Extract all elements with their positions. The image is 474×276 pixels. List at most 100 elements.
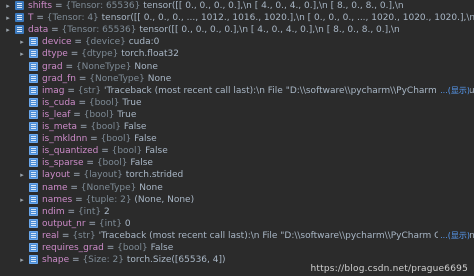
attribute-icon <box>29 182 38 192</box>
expand-arrow-icon[interactable]: ▸ <box>18 169 26 181</box>
variable-row-grad-fn[interactable]: grad_fn = {NoneType} None <box>0 73 474 85</box>
variable-row-t[interactable]: ▸ T = {Tensor: 4} tensor([[ 0., 0., 0., .… <box>0 12 474 24</box>
variable-row-is-cuda[interactable]: is_cuda = {bool} True <box>0 97 474 109</box>
variable-row-names[interactable]: ▸ names = {tuple: 2} (None, None) <box>0 194 474 206</box>
variable-row-real[interactable]: real = {str} 'Traceback (most recent cal… <box>0 229 474 242</box>
variable-value: None <box>134 61 158 72</box>
watermark: https://blog.csdn.net/prague6695 <box>310 264 468 274</box>
variable-type: {bool} <box>111 146 146 157</box>
variable-row-is-quantized[interactable]: is_quantized = {bool} False <box>0 145 474 157</box>
attribute-icon <box>29 73 38 83</box>
variable-value: None <box>147 73 172 84</box>
variable-value: None <box>139 182 163 193</box>
variable-row-output-nr[interactable]: output_nr = {int} 0 <box>0 218 474 230</box>
variable-type: {NoneType} <box>89 73 148 84</box>
expand-arrow-icon[interactable]: ▸ <box>18 254 26 266</box>
variable-row-data[interactable]: ▸ data = {Tensor: 65536} tensor([[ 0., 0.… <box>0 24 474 36</box>
expand-arrow-icon[interactable]: ▸ <box>18 194 26 206</box>
variable-type: {dtype} <box>81 49 122 60</box>
variable-name: shifts <box>28 1 53 11</box>
variable-row-layout[interactable]: ▸ layout = {layout} torch.strided <box>0 169 474 181</box>
attribute-icon <box>29 218 38 228</box>
variable-value: 2 <box>104 206 110 217</box>
variable-name: is_mkldnn <box>42 134 88 145</box>
variable-value: 'Traceback (most recent call last):\n Fi… <box>98 230 474 241</box>
attribute-icon <box>29 146 38 156</box>
attribute-icon <box>29 243 38 252</box>
attribute-icon <box>29 37 38 47</box>
variable-row-shifts[interactable]: ▸ shifts = {Tensor: 65536} tensor([[ 0., … <box>0 0 474 12</box>
variable-row-is-leaf[interactable]: is_leaf = {bool} True <box>0 109 474 121</box>
view-value-link[interactable]: ...(显示) <box>438 84 470 97</box>
expand-arrow-icon[interactable]: ▸ <box>4 12 12 24</box>
attribute-icon <box>29 230 38 240</box>
view-value-link[interactable]: ...(显示) <box>438 229 470 242</box>
variable-type: {Tensor: 65536} <box>61 25 140 36</box>
variable-row-is-meta[interactable]: is_meta = {bool} False <box>0 121 474 133</box>
variable-type: {Tensor: 4} <box>46 13 102 24</box>
variable-type: {str} <box>72 230 99 241</box>
variable-name: name <box>42 182 68 193</box>
variable-value: 0 <box>124 218 131 229</box>
variable-value: False <box>134 134 157 145</box>
variable-value: tensor([[ 0., 0., 0., ..., 1012., 1016.,… <box>101 13 474 24</box>
variable-row-dtype[interactable]: ▸ dtype = {dtype} torch.float32 <box>0 48 474 60</box>
expand-arrow-icon[interactable]: ▸ <box>4 24 12 36</box>
variable-name: is_sparse <box>42 158 84 169</box>
variable-value: True <box>122 97 142 108</box>
variable-name: shape <box>42 255 70 266</box>
expand-arrow-icon[interactable]: ▸ <box>18 48 26 60</box>
variable-name: ndim <box>42 206 65 217</box>
variable-icon <box>15 25 24 35</box>
variable-name: names <box>42 194 73 205</box>
variable-value: False <box>130 158 153 169</box>
variable-name: requires_grad <box>42 243 104 253</box>
attribute-icon <box>29 134 38 144</box>
attribute-icon <box>29 158 38 168</box>
variable-row-ndim[interactable]: ndim = {int} 2 <box>0 206 474 218</box>
variable-row-is-sparse[interactable]: is_sparse = {bool} False <box>0 157 474 169</box>
variable-name: layout <box>42 170 71 181</box>
attribute-icon <box>29 109 38 119</box>
variable-row-name[interactable]: name = {NoneType} None <box>0 182 474 194</box>
variable-type: {int} <box>77 206 104 217</box>
variable-type: {device} <box>84 37 129 48</box>
variable-row-requires-grad[interactable]: requires_grad = {bool} False <box>0 242 474 254</box>
variable-row-grad[interactable]: grad = {NoneType} None <box>0 61 474 73</box>
variable-name: is_leaf <box>42 109 71 120</box>
variable-name: is_meta <box>42 122 78 132</box>
variable-value: torch.Size([65536, 4]) <box>126 255 226 266</box>
variable-name: real <box>42 230 60 241</box>
variable-value: torch.float32 <box>121 49 179 60</box>
attribute-icon <box>29 122 38 131</box>
variable-value: cuda:0 <box>128 37 160 48</box>
variable-row-device[interactable]: ▸ device = {device} cuda:0 <box>0 36 474 48</box>
attribute-icon <box>29 255 38 265</box>
variable-name: is_quantized <box>42 146 99 157</box>
variable-row-is-mkldnn[interactable]: is_mkldnn = {bool} False <box>0 133 474 145</box>
variable-type: {str} <box>77 85 104 96</box>
variable-row-imag[interactable]: imag = {str} 'Traceback (most recent cal… <box>0 84 474 97</box>
variable-icon <box>15 13 24 23</box>
attribute-icon <box>29 206 38 216</box>
variable-type: {NoneType} <box>80 182 140 193</box>
attribute-icon <box>29 97 38 107</box>
variable-type: {int} <box>98 218 125 229</box>
variable-type: {NoneType} <box>75 61 135 72</box>
expand-arrow-icon[interactable]: ▸ <box>4 0 12 12</box>
variable-type: {bool} <box>90 122 124 132</box>
variable-type: {Size: 2} <box>82 255 127 266</box>
expand-arrow-icon[interactable]: ▸ <box>18 36 26 48</box>
variable-name: imag <box>42 85 65 96</box>
